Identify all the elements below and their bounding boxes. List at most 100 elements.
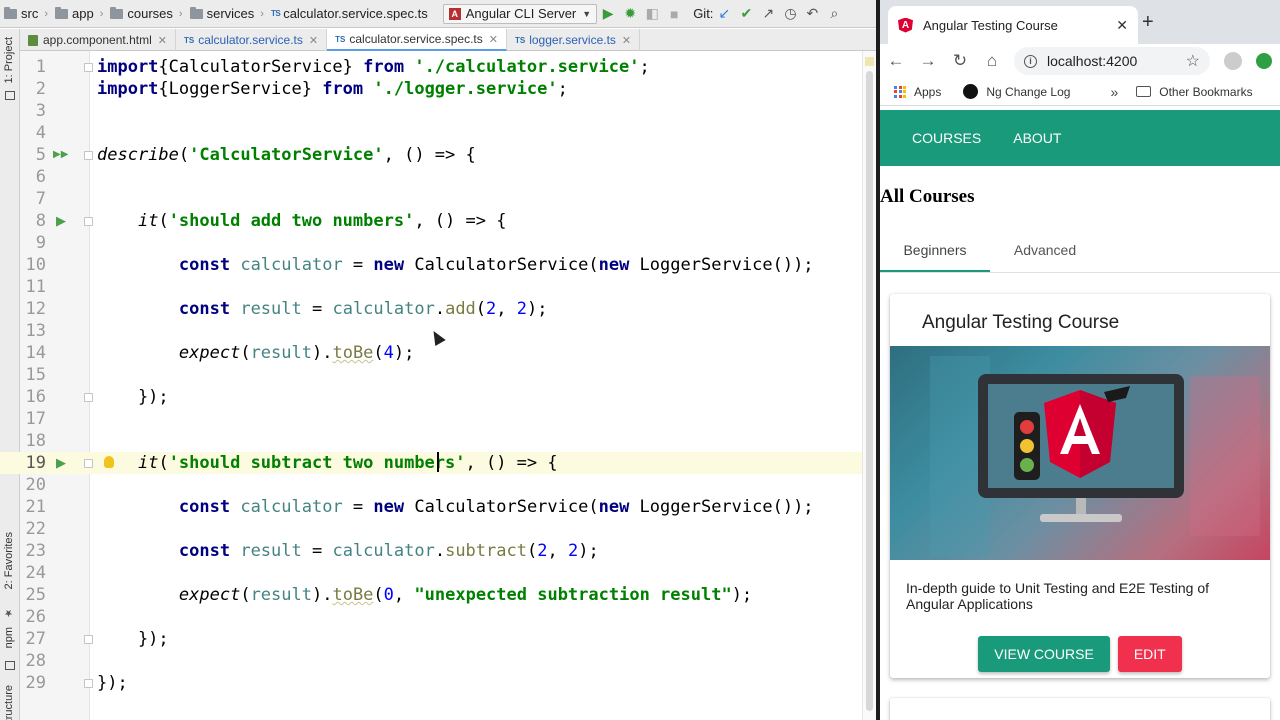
code-line[interactable]: 24 <box>0 562 876 584</box>
code-line[interactable]: 12 const result = calculator.add(2, 2); <box>0 298 876 320</box>
code-token: calculator <box>332 541 435 561</box>
browser-tab[interactable]: A Angular Testing Course ✕ <box>888 6 1138 44</box>
code-line[interactable]: 17 <box>0 408 876 430</box>
back-icon[interactable]: ← <box>880 51 912 71</box>
breadcrumb-src[interactable]: src <box>0 6 41 21</box>
editor-scrollbar[interactable] <box>862 51 876 720</box>
stop-icon[interactable]: ■ <box>663 6 685 22</box>
home-icon[interactable]: ⌂ <box>976 51 1008 71</box>
run-test-icon[interactable]: ▶ <box>56 452 66 474</box>
close-icon[interactable]: ✕ <box>309 34 318 47</box>
line-number: 14 <box>25 343 46 363</box>
code-line[interactable]: 18 <box>0 430 876 452</box>
breadcrumb-services[interactable]: services <box>186 6 258 21</box>
bookmark-other[interactable]: Other Bookmarks <box>1159 85 1252 99</box>
code-token: 'should subtract two numbers' <box>168 453 466 473</box>
code-line[interactable]: 6 <box>0 166 876 188</box>
course-card-description: In-depth guide to Unit Testing and E2E T… <box>906 580 1210 612</box>
nav-courses[interactable]: COURSES <box>912 130 981 146</box>
code-line[interactable]: 23 const result = calculator.subtract(2,… <box>0 540 876 562</box>
extension-icon[interactable] <box>1256 53 1272 69</box>
line-number: 19 <box>25 453 46 473</box>
code-line[interactable]: 1 import{CalculatorService} from './calcu… <box>0 56 876 78</box>
code-line[interactable]: 26 <box>0 606 876 628</box>
code-line[interactable]: 8 ▶ it('should add two numbers', () => { <box>0 210 876 232</box>
more-bookmarks-icon[interactable]: » <box>1110 84 1118 100</box>
nav-about[interactable]: ABOUT <box>1013 130 1061 146</box>
code-line[interactable]: 10 const calculator = new CalculatorServ… <box>0 254 876 276</box>
code-line[interactable]: 21 const calculator = new CalculatorServ… <box>0 496 876 518</box>
git-update-icon[interactable]: ↙ <box>713 5 735 22</box>
code-line[interactable]: 28 <box>0 650 876 672</box>
forward-icon[interactable]: → <box>912 51 944 71</box>
code-line[interactable]: 29}); <box>0 672 876 694</box>
scrollbar-thumb[interactable] <box>866 71 873 711</box>
editor-tab[interactable]: TS logger.service.ts ✕ <box>507 29 641 51</box>
code-token: , () => { <box>383 145 476 165</box>
code-line[interactable]: 2 import{LoggerService} from './logger.se… <box>0 78 876 100</box>
run-configuration-select[interactable]: A Angular CLI Server ▼ <box>442 3 598 24</box>
profile-avatar[interactable] <box>1224 52 1242 70</box>
code-line[interactable]: 3 <box>0 100 876 122</box>
fold-icon[interactable] <box>84 459 93 468</box>
code-line[interactable]: 7 <box>0 188 876 210</box>
address-bar[interactable]: i localhost:4200 ☆ <box>1014 47 1210 75</box>
code-line[interactable]: 27 }); <box>0 628 876 650</box>
code-line[interactable]: 9 <box>0 232 876 254</box>
editor-tab[interactable]: TS calculator.service.ts ✕ <box>176 29 328 51</box>
code-line[interactable]: 5 ▶▶ describe('CalculatorService', () => { <box>0 144 876 166</box>
fold-icon[interactable] <box>84 151 93 160</box>
code-text: expect(result).toBe(0, "unexpected subtr… <box>97 584 752 606</box>
code-line[interactable]: 15 <box>0 364 876 386</box>
view-course-button[interactable]: VIEW COURSE <box>978 636 1110 672</box>
run-test-icon[interactable]: ▶ <box>56 210 66 232</box>
info-icon[interactable]: i <box>1024 54 1037 68</box>
inspection-marker[interactable] <box>865 57 874 66</box>
code-line[interactable]: 20 <box>0 474 876 496</box>
git-push-icon[interactable]: ↗ <box>757 5 779 22</box>
line-number: 26 <box>25 607 46 627</box>
coverage-icon[interactable]: ◧ <box>641 5 663 22</box>
fold-icon[interactable] <box>84 635 93 644</box>
fold-icon[interactable] <box>84 63 93 72</box>
new-tab-icon[interactable]: + <box>1142 12 1154 32</box>
close-icon[interactable]: ✕ <box>622 34 631 47</box>
code-line[interactable]: 4 <box>0 122 876 144</box>
code-line[interactable]: 14 expect(result).toBe(4); <box>0 342 876 364</box>
fold-icon[interactable] <box>84 679 93 688</box>
code-token: {LoggerService} <box>158 79 323 99</box>
close-icon[interactable]: ✕ <box>1116 17 1128 34</box>
tab-advanced[interactable]: Advanced <box>990 230 1100 272</box>
git-commit-icon[interactable]: ✔ <box>735 5 757 22</box>
breadcrumb-file[interactable]: TS calculator.service.spec.ts <box>267 6 431 21</box>
code-line[interactable]: 16 }); <box>0 386 876 408</box>
revert-icon[interactable]: ↶ <box>801 5 823 22</box>
course-tabs: Beginners Advanced <box>880 230 1280 273</box>
bookmark-apps[interactable]: Apps <box>914 85 941 99</box>
code-token: subtract <box>445 541 527 561</box>
run-test-icon[interactable]: ▶▶ <box>53 144 68 166</box>
editor-tab[interactable]: TS calculator.service.spec.ts ✕ <box>327 29 507 51</box>
code-line[interactable]: 25 expect(result).toBe(0, "unexpected su… <box>0 584 876 606</box>
close-icon[interactable]: ✕ <box>158 34 167 47</box>
close-icon[interactable]: ✕ <box>489 33 498 46</box>
edit-course-button[interactable]: EDIT <box>1117 636 1182 672</box>
code-line[interactable]: 22 <box>0 518 876 540</box>
line-number: 1 <box>35 57 46 77</box>
fold-icon[interactable] <box>84 393 93 402</box>
tab-beginners[interactable]: Beginners <box>880 230 990 272</box>
fold-icon[interactable] <box>84 217 93 226</box>
debug-icon[interactable]: ✹ <box>619 5 641 22</box>
breadcrumb-app[interactable]: app <box>51 6 97 21</box>
reload-icon[interactable]: ↻ <box>944 51 976 71</box>
bookmark-ng-change-log[interactable]: Ng Change Log <box>986 85 1070 99</box>
editor-tab[interactable]: app.component.html ✕ <box>20 29 176 51</box>
search-icon[interactable]: ⌕ <box>823 5 845 22</box>
history-icon[interactable]: ◷ <box>779 5 801 22</box>
code-token: expect <box>178 343 241 363</box>
run-icon[interactable]: ▶ <box>597 5 619 22</box>
breadcrumb-courses[interactable]: courses <box>106 6 176 21</box>
line-number: 16 <box>25 387 46 407</box>
bookmark-star-icon[interactable]: ☆ <box>1186 51 1200 71</box>
code-line[interactable]: 11 <box>0 276 876 298</box>
